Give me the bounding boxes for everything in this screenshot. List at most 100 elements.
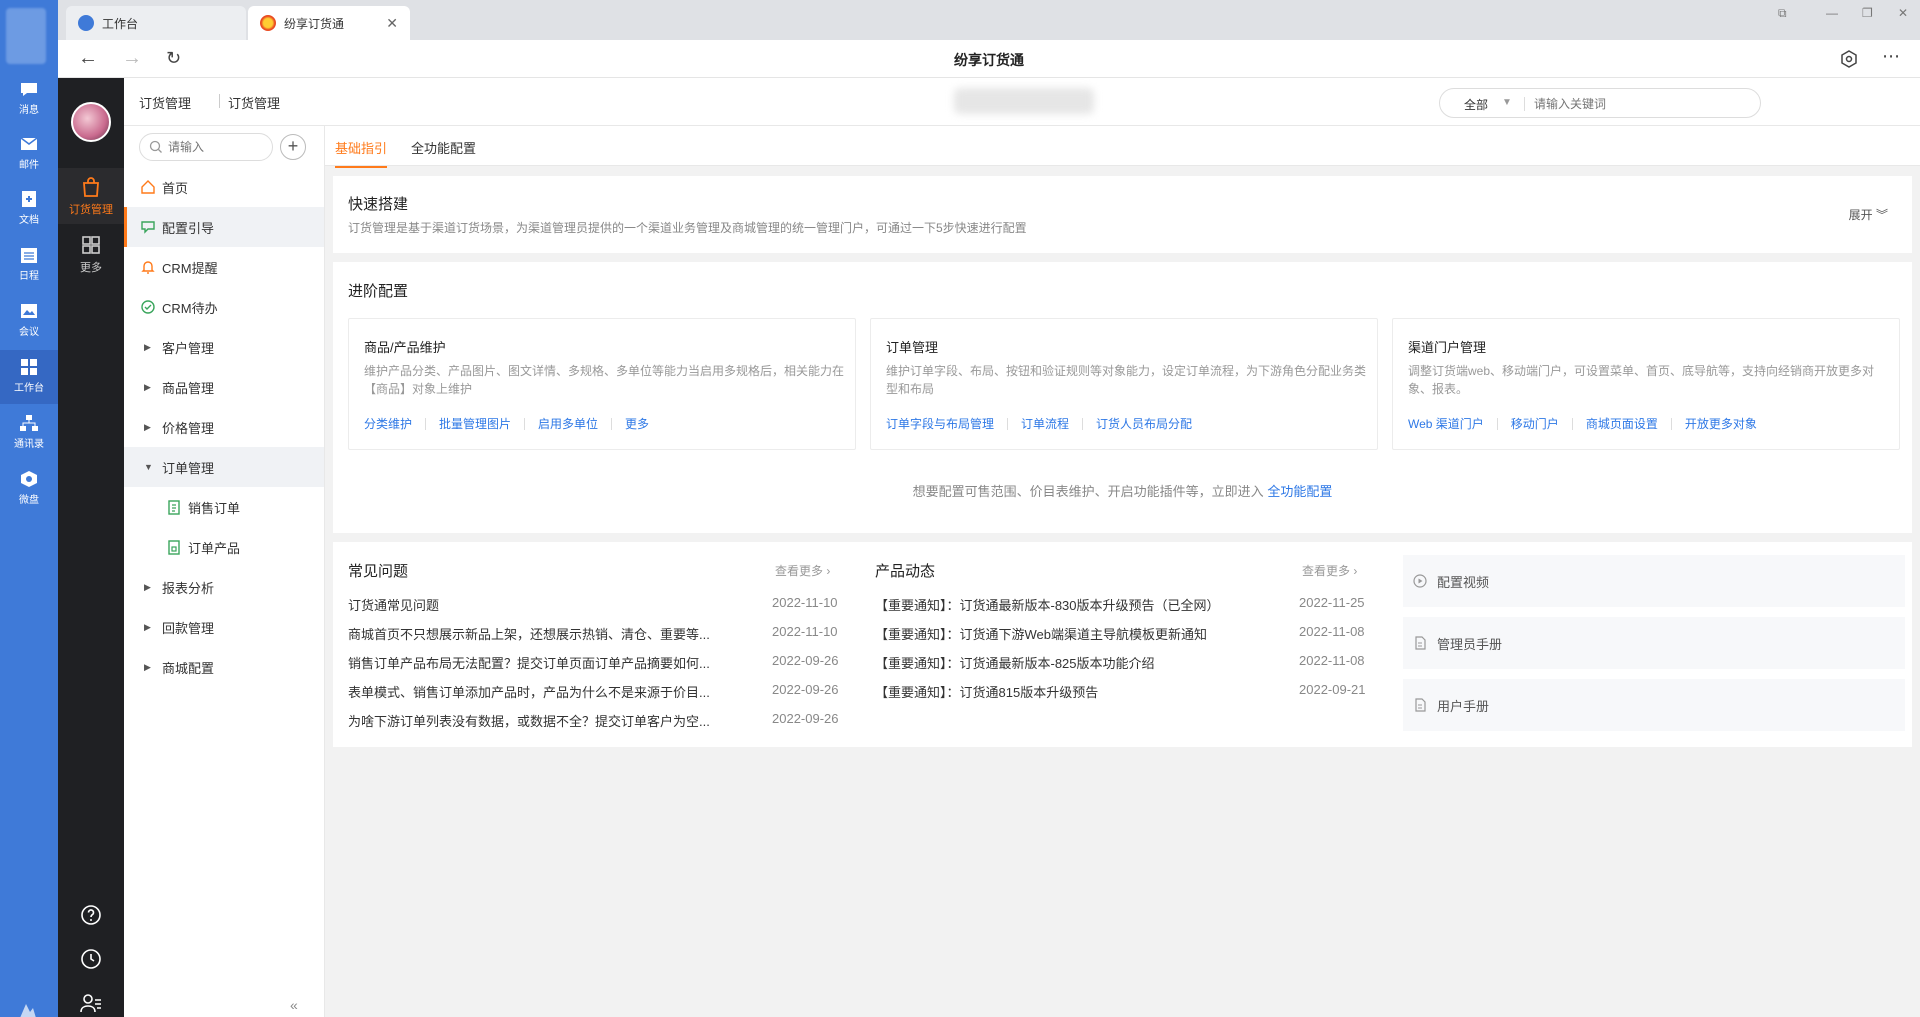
minimize-icon[interactable]: — [1826, 6, 1838, 20]
rail-item-workbench[interactable]: 工作台 [0, 350, 58, 404]
news-row[interactable]: 【重要通知】：订货通815版本升级预告 2022-09-21 [875, 682, 1375, 702]
full-config-link[interactable]: 全功能配置 [1267, 484, 1332, 499]
breadcrumb-divider [219, 94, 220, 108]
rail-item-contacts[interactable]: 通讯录 [0, 406, 58, 460]
rail-item-messages[interactable]: 消息 [0, 72, 58, 126]
add-menu-button[interactable]: + [280, 134, 306, 160]
breadcrumb-root[interactable]: 订货管理 [139, 93, 191, 112]
caret-right-icon: ▶ [144, 381, 151, 392]
pin-window-icon[interactable]: ⧉ [1778, 6, 1787, 21]
rail-item-meeting[interactable]: 会议 [0, 294, 58, 348]
faq-title: 常见问题 [348, 563, 409, 580]
tab-basic-guide[interactable]: 基础指引 [335, 138, 388, 168]
rail-item-calendar[interactable]: 日程 [0, 238, 58, 292]
faq-more-link[interactable]: 查看更多 › [775, 562, 855, 579]
page-title: 纷享订货通 [954, 52, 1024, 68]
link-category[interactable]: 分类维护 [364, 415, 412, 432]
search-scope-select[interactable]: 全部 [1464, 96, 1488, 113]
menu-item-store-config[interactable]: ▶ 商城配置 [124, 647, 324, 687]
menu-item-order-products[interactable]: 订单产品 [124, 527, 324, 567]
expand-button[interactable]: 展开 ︾ [1849, 206, 1888, 223]
meeting-icon [21, 304, 37, 318]
bottom-app-icon[interactable] [18, 1000, 38, 1017]
menu-item-label: 商城配置 [162, 660, 215, 676]
chevron-down-icon[interactable]: ▼ [1502, 97, 1512, 108]
link-order-fields[interactable]: 订单字段与布局管理 [886, 415, 994, 432]
faq-row[interactable]: 销售订单产品布局无法配置？提交订单页面订单产品摘要如何... 2022-09-26 [348, 653, 848, 673]
menu-item-customers[interactable]: ▶ 客户管理 [124, 327, 324, 367]
tab-full-config[interactable]: 全功能配置 [411, 138, 476, 166]
link-mobile-portal[interactable]: 移动门户 [1511, 415, 1559, 432]
resource-config-video[interactable]: 配置视频 [1403, 555, 1905, 607]
resource-user-manual[interactable]: 用户手册 [1403, 679, 1905, 731]
module-more[interactable]: 更多 [58, 226, 124, 282]
faq-row[interactable]: 订货通常见问题 2022-11-10 [348, 595, 848, 615]
avatar[interactable] [71, 102, 111, 142]
menu-item-payments[interactable]: ▶ 回款管理 [124, 607, 324, 647]
content-tabs: 基础指引 全功能配置 [325, 126, 1920, 168]
search-icon [149, 140, 162, 153]
link-web-portal[interactable]: Web 渠道门户 [1408, 415, 1484, 432]
link-multi-unit[interactable]: 启用多单位 [538, 415, 598, 432]
menu-item-products[interactable]: ▶ 商品管理 [124, 367, 324, 407]
menu-item-label: 配置引导 [162, 220, 215, 236]
rail-item-docs[interactable]: 文档 [0, 182, 58, 236]
menu-item-label: 回款管理 [162, 620, 215, 636]
menu-item-config-guide[interactable]: 配置引导 [124, 207, 324, 247]
maximize-icon[interactable]: ❐ [1862, 6, 1873, 20]
link-store-page[interactable]: 商城页面设置 [1586, 415, 1658, 432]
link-divider [1670, 417, 1672, 430]
fxiaoke-tab-icon [260, 15, 276, 31]
faq-row[interactable]: 为啥下游订单列表没有数据，或数据不全？提交订单客户为空... 2022-09-26 [348, 711, 848, 731]
caret-down-icon: ▼ [144, 462, 153, 472]
news-row[interactable]: 【重要通知】：订货通最新版本-825版本功能介绍 2022-11-08 [875, 653, 1375, 673]
link-batch-images[interactable]: 批量管理图片 [439, 415, 511, 432]
news-more-link[interactable]: 查看更多 › [1302, 562, 1382, 579]
link-more[interactable]: 更多 [625, 415, 649, 432]
grid-icon [21, 359, 37, 375]
tab-label: 纷享订货通 [284, 16, 345, 31]
faq-row[interactable]: 商城首页不只想展示新品上架，还想展示热销、清仓、重要等... 2022-11-10 [348, 624, 848, 644]
browser-tab-bar: 工作台 纷享订货通 ✕ ⧉ — ❐ ✕ [58, 0, 1920, 40]
menu-item-sales-orders[interactable]: 销售订单 [124, 487, 324, 527]
menu-item-home[interactable]: 首页 [124, 167, 324, 207]
news-date: 2022-11-08 [1299, 653, 1365, 668]
search-input[interactable] [1534, 95, 1744, 113]
help-icon[interactable] [80, 904, 102, 926]
news-row[interactable]: 【重要通知】：订货通最新版本-830版本升级预告（已全网） 2022-11-25 [875, 595, 1375, 615]
close-tab-icon[interactable]: ✕ [386, 15, 398, 32]
close-window-icon[interactable]: ✕ [1898, 6, 1908, 20]
more-options-icon[interactable]: ⋯ [1882, 46, 1901, 67]
clock-icon[interactable] [80, 948, 102, 970]
link-open-objects[interactable]: 开放更多对象 [1685, 415, 1757, 432]
app-rail: 消息 邮件 文档 日程 会议 工作台 通讯录 微盘 [0, 0, 58, 1017]
settings-hex-icon[interactable] [1840, 50, 1858, 68]
news-text: 【重要通知】：订货通815版本升级预告 [875, 685, 1099, 700]
link-order-flow[interactable]: 订单流程 [1021, 415, 1069, 432]
tab-workbench[interactable]: 工作台 [66, 6, 246, 40]
resource-label: 用户手册 [1437, 698, 1490, 714]
faq-row[interactable]: 表单模式、销售订单添加产品时，产品为什么不是来源于价目... 2022-09-26 [348, 682, 848, 702]
resource-admin-manual[interactable]: 管理员手册 [1403, 617, 1905, 669]
menu-item-reports[interactable]: ▶ 报表分析 [124, 567, 324, 607]
menu-search [139, 133, 273, 161]
module-order-management[interactable]: 订货管理 [58, 168, 124, 224]
tab-fxiaoke[interactable]: 纷享订货通 ✕ [248, 6, 410, 40]
news-row[interactable]: 【重要通知】：订货通下游Web端渠道主导航模板更新通知 2022-11-08 [875, 624, 1375, 644]
link-divider [1082, 417, 1084, 430]
menu-item-orders[interactable]: ▼ 订单管理 [124, 447, 324, 487]
mail-icon [20, 137, 38, 150]
menu-search-input[interactable] [168, 139, 268, 155]
config-box-orders: 订单管理 维护订单字段、布局、按钮和验证规则等对象能力，设定订单流程，为下游角色… [870, 318, 1378, 450]
menu-item-label: 首页 [162, 180, 189, 196]
collapse-sidebar-icon[interactable]: « [290, 997, 298, 1013]
menu-item-pricing[interactable]: ▶ 价格管理 [124, 407, 324, 447]
link-layout-assign[interactable]: 订货人员布局分配 [1096, 415, 1192, 432]
menu-item-label: 价格管理 [162, 420, 215, 436]
faq-date: 2022-11-10 [772, 595, 838, 610]
rail-item-mail[interactable]: 邮件 [0, 127, 58, 181]
menu-item-crm-todo[interactable]: CRM待办 [124, 287, 324, 327]
rail-item-drive[interactable]: 微盘 [0, 462, 58, 516]
menu-item-crm-reminder[interactable]: CRM提醒 [124, 247, 324, 287]
user-list-icon[interactable] [80, 992, 102, 1014]
